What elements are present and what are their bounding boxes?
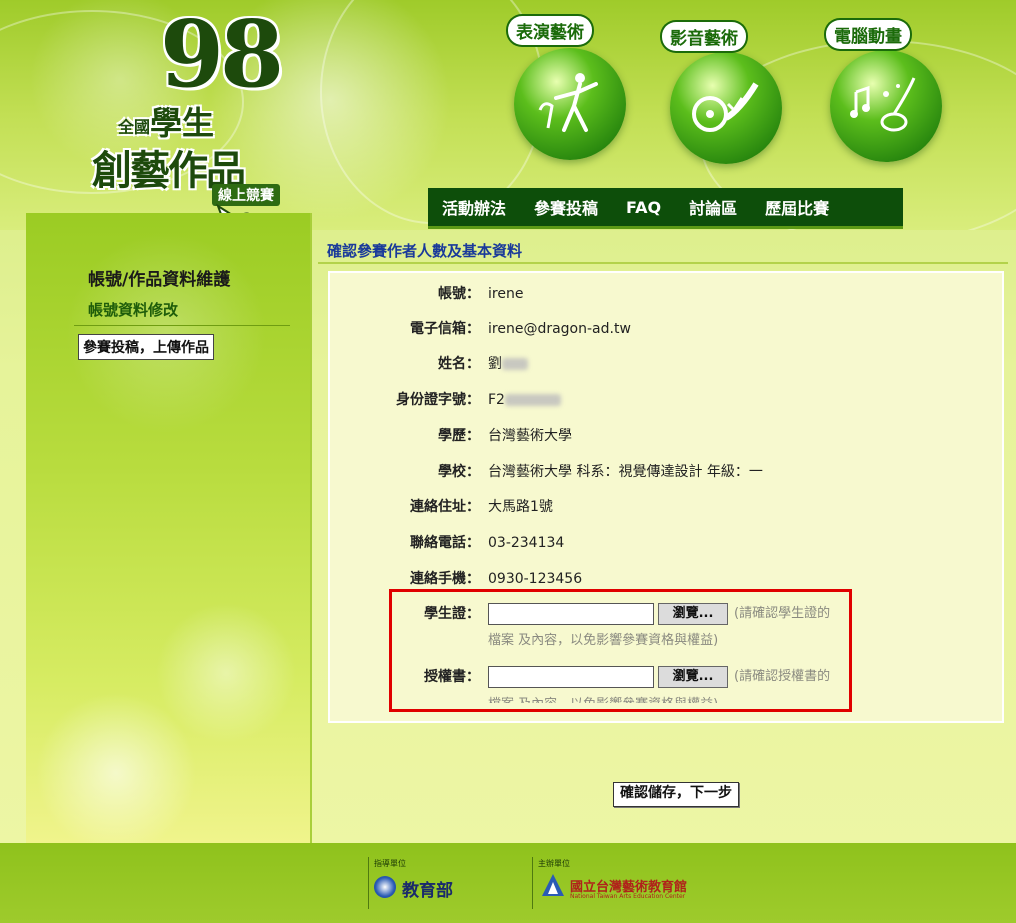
category-label-performing[interactable]: 表演藝術	[508, 16, 592, 45]
field-label: 連絡住址：	[410, 499, 480, 515]
field-label: 姓名：	[438, 356, 480, 372]
field-value: 大馬路1號	[488, 499, 553, 515]
field-value: 台灣藝術大學 科系：視覺傳達設計 年級：一	[488, 464, 763, 480]
nav-activity-rules[interactable]: 活動辦法	[428, 195, 520, 219]
sidebar: 帳號/作品資料維護 帳號資料修改 參賽投稿，上傳作品	[26, 213, 312, 843]
nav-past-contests[interactable]: 歷屆比賽	[751, 195, 843, 219]
page-title: 確認參賽作者人數及基本資料	[327, 242, 523, 260]
field-value: F2	[488, 392, 505, 408]
field-value: 03-234134	[488, 535, 565, 551]
footer-divider	[368, 857, 369, 909]
redacted-blur	[502, 358, 528, 370]
redacted-blur	[504, 394, 561, 406]
moe-logo-icon[interactable]	[374, 876, 396, 898]
field-value: 台灣藝術大學	[488, 428, 572, 444]
sidebar-upload-button[interactable]: 參賽投稿，上傳作品	[78, 334, 214, 360]
ntaec-logo-icon[interactable]	[540, 872, 566, 898]
field-value-wrap: F2	[488, 388, 561, 412]
field-label: 聯絡電話：	[410, 535, 480, 551]
main-navbar: 活動辦法 參賽投稿 FAQ 討論區 歷屆比賽	[428, 188, 903, 229]
category-label-animation[interactable]: 電腦動畫	[826, 20, 910, 49]
sidebar-link-account-edit[interactable]: 帳號資料修改	[88, 299, 178, 320]
field-label: 身份證字號：	[396, 392, 480, 408]
logo-number: 98	[160, 0, 284, 108]
category-performing-arts[interactable]	[514, 48, 626, 160]
mouse-music-icon	[850, 77, 916, 132]
footer: 指導單位 主辦單位	[0, 843, 1016, 923]
field-row-phone: 聯絡電話： 03-234134	[330, 531, 1002, 555]
field-row-id-number: 身份證字號： F2	[330, 388, 1002, 412]
field-value: 0930-123456	[488, 571, 583, 587]
sponsor-label: 指導單位	[374, 859, 406, 868]
sidebar-title: 帳號/作品資料維護	[88, 270, 231, 290]
confirm-save-next-button[interactable]: 確認儲存，下一步	[613, 782, 739, 807]
title-divider	[318, 262, 1008, 264]
sponsor-label: 主辦單位	[538, 859, 570, 868]
field-row-education: 學歷： 台灣藝術大學	[330, 424, 1002, 448]
field-value-wrap: 劉	[488, 352, 528, 376]
logo-line1-main: 學生	[150, 104, 215, 142]
field-row-mobile: 連絡手機： 0930-123456	[330, 567, 1002, 591]
field-value: irene@dragon-ad.tw	[488, 321, 631, 337]
field-label: 帳號：	[438, 286, 480, 302]
nav-submission[interactable]: 參賽投稿	[520, 195, 612, 219]
field-row-address: 連絡住址： 大馬路1號	[330, 495, 1002, 519]
film-reel-icon	[692, 82, 759, 132]
page: 98 全國學生 創藝作品 線上競賽 表演藝術 影音藝術 電腦動畫 活動辦法 參賽…	[0, 0, 1016, 923]
field-value: 劉	[488, 356, 502, 372]
dancer-icon	[538, 73, 598, 132]
field-row-email: 電子信箱： irene@dragon-ad.tw	[330, 317, 1002, 341]
nav-faq[interactable]: FAQ	[612, 198, 675, 217]
footer-divider	[532, 857, 533, 909]
field-label: 連絡手機：	[410, 571, 480, 587]
field-row-account: 帳號： irene	[330, 282, 1002, 306]
field-label: 學歷：	[438, 428, 480, 444]
highlight-annotation-box	[389, 589, 852, 712]
category-media-arts[interactable]	[670, 52, 782, 164]
nav-forum[interactable]: 討論區	[675, 195, 751, 219]
field-row-school: 學校： 台灣藝術大學 科系：視覺傳達設計 年級：一	[330, 460, 1002, 484]
ntaec-english-name: National Taiwan Arts Education Center	[570, 893, 686, 900]
header-banner: 98 全國學生 創藝作品 線上競賽 表演藝術 影音藝術 電腦動畫 活動辦法 參賽…	[0, 0, 1016, 230]
field-value: irene	[488, 286, 524, 302]
category-label-media[interactable]: 影音藝術	[662, 22, 746, 51]
field-label: 電子信箱：	[410, 321, 480, 337]
field-row-name: 姓名： 劉	[330, 352, 1002, 376]
category-computer-animation[interactable]	[830, 50, 942, 162]
moe-name[interactable]: 教育部	[402, 876, 453, 901]
logo-line1-small: 全國	[118, 117, 151, 137]
field-label: 學校：	[438, 464, 480, 480]
sidebar-divider	[74, 325, 290, 326]
